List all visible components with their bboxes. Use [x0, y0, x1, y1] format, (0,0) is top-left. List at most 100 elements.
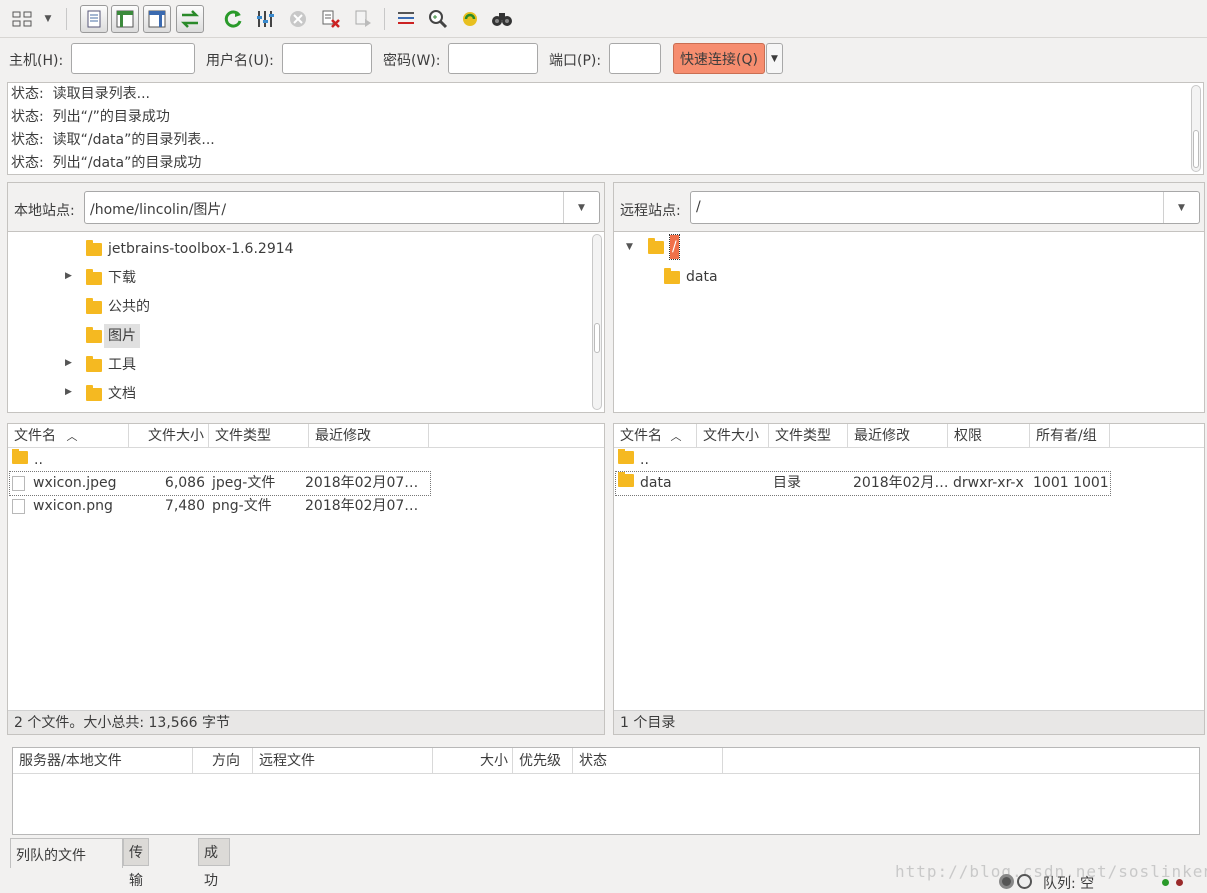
sync-browse-icon[interactable]: [456, 5, 484, 33]
tree-item-label: 图片: [104, 324, 140, 348]
file-row[interactable]: wxicon.jpeg 6,086 jpeg-文件 2018年02月07…: [9, 471, 431, 496]
column-header-filetype[interactable]: 文件类型: [769, 424, 848, 448]
tree-item-label: 公共的: [108, 299, 150, 315]
tree-item[interactable]: data: [664, 265, 718, 289]
tree-item-label: /: [669, 234, 680, 260]
toggle-remote-tree-icon[interactable]: [143, 5, 171, 33]
disconnect-icon[interactable]: [317, 5, 345, 33]
file-name: ..: [640, 452, 649, 468]
queue-header: 服务器/本地文件 方向 远程文件 大小 优先级 状态: [13, 748, 1199, 774]
collapse-arrow-icon[interactable]: ▼: [626, 242, 633, 252]
file-name: ..: [34, 452, 43, 468]
tab-failed-transfers[interactable]: 传输失败: [123, 838, 149, 889]
toggle-queue-icon[interactable]: [176, 5, 204, 33]
file-row[interactable]: ..: [8, 449, 428, 472]
folder-icon: [12, 449, 28, 464]
expand-arrow-icon[interactable]: ▶: [65, 387, 72, 397]
username-input[interactable]: [282, 43, 372, 74]
file-icon: [12, 475, 25, 491]
expand-arrow-icon[interactable]: ▶: [65, 358, 72, 368]
file-modified: 2018年02月07…: [305, 475, 419, 491]
transfer-queue: 服务器/本地文件 方向 远程文件 大小 优先级 状态: [12, 747, 1200, 835]
remote-file-list-header: 文件名 ︿ 文件大小 文件类型 最近修改 权限 所有者/组: [614, 424, 1204, 448]
column-header-filename[interactable]: 文件名 ︿: [614, 424, 697, 448]
column-header-modified[interactable]: 最近修改: [309, 424, 429, 448]
column-header-filesize[interactable]: 文件大小: [129, 424, 209, 448]
local-tree-scroll-thumb[interactable]: [594, 323, 600, 353]
quickconnect-button[interactable]: 快速连接(Q): [673, 43, 765, 74]
log-line: 状态: 列出“/data”的目录成功: [11, 155, 202, 171]
tree-item[interactable]: 工具: [86, 353, 136, 377]
column-header-priority[interactable]: 优先级: [513, 748, 573, 774]
gear-icon[interactable]: [999, 874, 1014, 889]
column-header-local-file[interactable]: 服务器/本地文件: [13, 748, 193, 774]
chevron-down-icon[interactable]: ▼: [563, 192, 599, 223]
log-scroll-thumb[interactable]: [1193, 130, 1199, 168]
column-header-direction[interactable]: 方向: [193, 748, 253, 774]
refresh-icon[interactable]: [219, 5, 247, 33]
process-queue-icon[interactable]: [251, 5, 279, 33]
local-path-combo[interactable]: /home/lincolin/图片/ ▼: [84, 191, 600, 224]
expand-arrow-icon[interactable]: ▶: [65, 271, 72, 281]
file-row[interactable]: wxicon.png 7,480 png-文件 2018年02月07…: [10, 495, 430, 518]
local-path-value: /home/lincolin/图片/: [90, 202, 227, 218]
file-permissions: drwxr-xr-x: [953, 475, 1024, 491]
remote-status-text: 1 个目录: [614, 710, 1204, 734]
column-header-modified[interactable]: 最近修改: [848, 424, 948, 448]
remote-path-combo[interactable]: / ▼: [690, 191, 1200, 224]
file-row[interactable]: data 目录 2018年02月… drwxr-xr-x 1001 1001: [615, 471, 1111, 496]
sort-ascending-icon: ︿: [66, 430, 78, 443]
local-status-text: 2 个文件。大小总共: 13,566 字节: [8, 710, 604, 734]
username-label: 用户名(U):: [206, 53, 274, 69]
directory-filter-icon[interactable]: [392, 5, 420, 33]
column-header-permissions[interactable]: 权限: [948, 424, 1030, 448]
log-scrollbar[interactable]: [1191, 85, 1201, 172]
file-name: wxicon.jpeg: [33, 475, 117, 491]
tab-successful-transfers[interactable]: 成功的传输 (1): [198, 838, 230, 889]
file-size: 6,086: [164, 475, 205, 491]
tree-item[interactable]: 公共的: [86, 295, 150, 319]
compare-icon[interactable]: [424, 5, 452, 33]
log-line: 状态: 列出“/”的目录成功: [11, 109, 170, 125]
file-name: wxicon.png: [33, 498, 113, 514]
password-input[interactable]: [448, 43, 538, 74]
speed-limit-icon[interactable]: [1017, 874, 1032, 889]
cancel-icon[interactable]: [284, 5, 312, 33]
folder-icon: [86, 355, 102, 372]
log-line: 状态: 读取“/data”的目录列表...: [11, 132, 215, 148]
column-header-size[interactable]: 大小: [433, 748, 513, 774]
toggle-log-icon[interactable]: [80, 5, 108, 33]
status-bar: 队列: 空: [0, 870, 1207, 893]
message-log: 状态: 读取目录列表... 状态: 列出“/”的目录成功 状态: 读取“/dat…: [7, 82, 1204, 175]
chevron-down-icon[interactable]: ▼: [1163, 192, 1199, 223]
site-manager-dropdown-icon[interactable]: ▼: [38, 5, 58, 33]
column-header-owner[interactable]: 所有者/组: [1030, 424, 1110, 448]
tree-item-selected[interactable]: 图片: [86, 324, 140, 348]
folder-icon: [86, 239, 102, 256]
toggle-local-tree-icon[interactable]: [111, 5, 139, 33]
search-binoculars-icon[interactable]: [488, 5, 516, 33]
file-owner: 1001 1001: [1033, 475, 1109, 491]
tree-item[interactable]: 下载: [86, 266, 136, 290]
file-row[interactable]: ..: [614, 449, 1110, 472]
column-header-status[interactable]: 状态: [573, 748, 723, 774]
tree-item-label: 下载: [108, 270, 136, 286]
file-type: png-文件: [212, 498, 272, 514]
tree-item-root[interactable]: /: [648, 234, 680, 260]
port-input[interactable]: [609, 43, 661, 74]
local-tree-scrollbar[interactable]: [592, 234, 602, 410]
column-header-filesize[interactable]: 文件大小: [697, 424, 769, 448]
column-header-filename[interactable]: 文件名 ︿: [8, 424, 129, 448]
tree-item[interactable]: 文档: [86, 382, 136, 406]
folder-icon: [648, 237, 664, 254]
column-header-remote-file[interactable]: 远程文件: [253, 748, 433, 774]
column-header-filetype[interactable]: 文件类型: [209, 424, 309, 448]
quickconnect-dropdown-button[interactable]: ▼: [766, 43, 783, 74]
remote-path-value: /: [696, 199, 701, 215]
reconnect-icon[interactable]: [350, 5, 378, 33]
tree-item[interactable]: jetbrains-toolbox-1.6.2914: [86, 237, 294, 261]
tab-queued-files[interactable]: 列队的文件: [10, 838, 123, 868]
site-manager-icon[interactable]: [8, 5, 36, 33]
file-type: 目录: [773, 475, 801, 491]
host-input[interactable]: [71, 43, 195, 74]
